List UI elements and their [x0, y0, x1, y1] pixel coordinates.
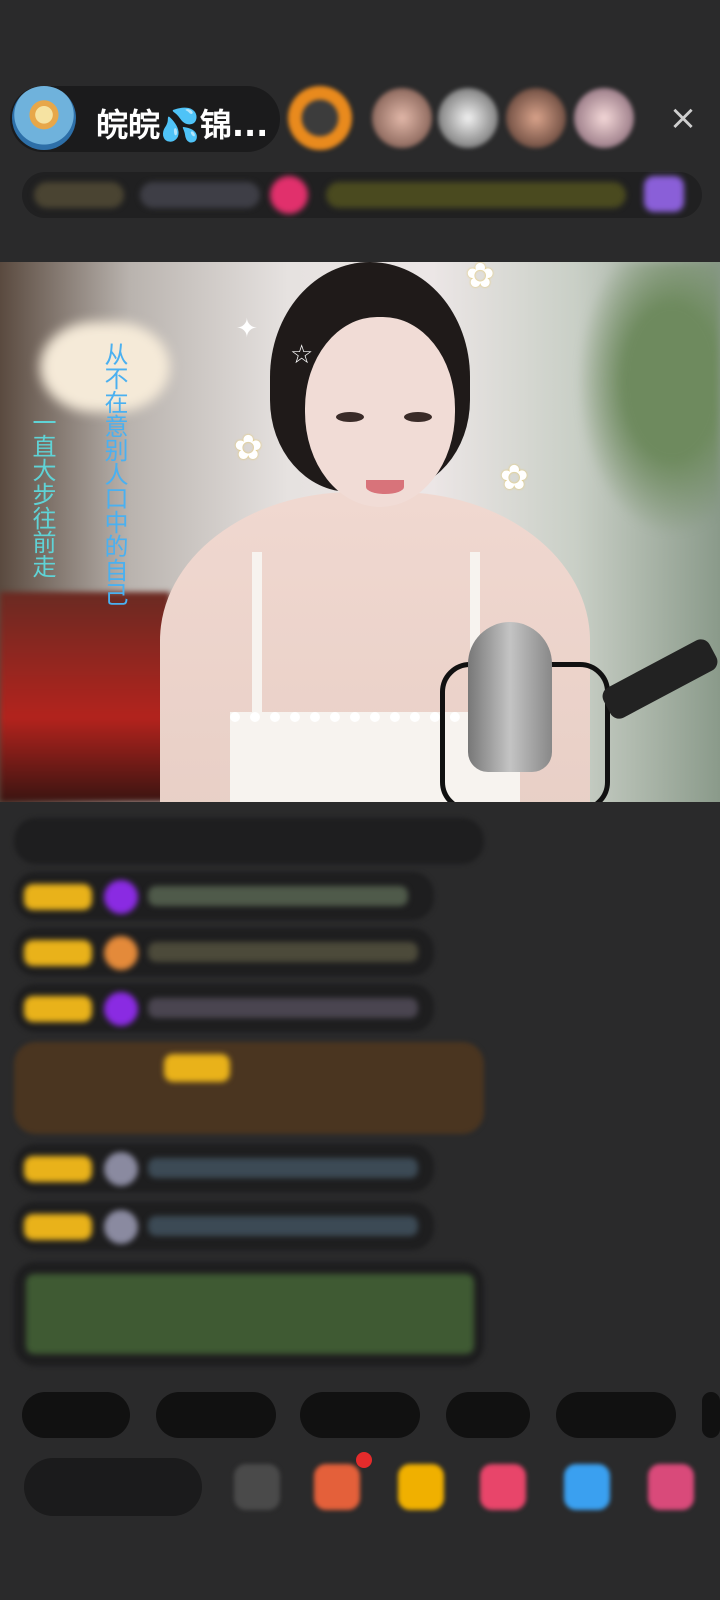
avatar — [104, 992, 138, 1026]
viewer-avatar[interactable] — [288, 86, 352, 150]
viewer-avatar[interactable] — [372, 88, 432, 148]
quick-reply-button[interactable] — [22, 1392, 130, 1438]
daisy-icon: ✿ — [500, 458, 529, 498]
level-badge — [24, 996, 92, 1022]
quick-reply-button[interactable] — [446, 1392, 530, 1438]
streamer-face — [305, 317, 455, 507]
rank-chip[interactable] — [34, 182, 124, 208]
gift-box-icon[interactable] — [314, 1464, 360, 1510]
chat-text — [148, 886, 408, 906]
chat-message[interactable] — [14, 818, 484, 864]
daisy-icon: ✿ — [234, 428, 263, 468]
dress-strap — [252, 552, 262, 722]
activity-chip[interactable] — [326, 182, 626, 208]
hot-chip[interactable] — [140, 182, 260, 208]
avatar — [104, 880, 138, 914]
emoji-icon[interactable] — [234, 1464, 280, 1510]
heart-gift-icon[interactable] — [480, 1464, 526, 1510]
chat-text — [148, 998, 418, 1018]
eye — [404, 412, 432, 422]
viewer-avatar[interactable] — [506, 88, 566, 148]
mic-arm — [599, 635, 720, 723]
viewer-avatar[interactable] — [438, 88, 498, 148]
mouth — [366, 480, 404, 494]
gift-icon[interactable] — [270, 176, 308, 214]
star-icon: ✦ — [236, 314, 258, 344]
chat-text — [148, 1158, 418, 1178]
microphone — [468, 622, 552, 772]
chat-message-highlight[interactable] — [14, 1042, 484, 1134]
close-icon[interactable]: × — [668, 100, 698, 136]
level-badge — [24, 1156, 92, 1182]
notification-dot — [356, 1452, 372, 1468]
level-badge — [24, 940, 92, 966]
notice-text — [26, 1274, 474, 1354]
chat-text — [148, 1216, 418, 1236]
chat-input[interactable] — [24, 1458, 202, 1516]
avatar — [104, 1210, 138, 1244]
quick-reply-button[interactable] — [300, 1392, 420, 1438]
caption-left: 一直大步往前走 — [28, 410, 56, 578]
eye — [336, 412, 364, 422]
level-badge — [24, 884, 92, 910]
live-video[interactable]: ✦ ☆ ✿ ✿ ✿ 一直大步往前走 从不在意别人口中的自己 — [0, 262, 720, 802]
level-badge — [164, 1054, 230, 1082]
host-avatar[interactable] — [12, 86, 76, 150]
game-icon[interactable] — [564, 1464, 610, 1510]
viewer-avatar[interactable] — [574, 88, 634, 148]
avatar — [104, 1152, 138, 1186]
caption-right: 从不在意别人口中的自己 — [100, 342, 128, 606]
gift-icon[interactable] — [398, 1464, 444, 1510]
quick-reply-button[interactable] — [702, 1392, 720, 1438]
activity-icon[interactable] — [644, 176, 684, 212]
daisy-icon: ✿ — [466, 262, 495, 296]
background-decor — [0, 592, 170, 802]
avatar — [104, 936, 138, 970]
more-gifts-icon[interactable] — [648, 1464, 694, 1510]
host-name[interactable]: 皖皖💦锦... — [96, 100, 268, 146]
chat-text — [148, 942, 418, 962]
level-badge — [24, 1214, 92, 1240]
plant — [560, 262, 720, 562]
quick-reply-button[interactable] — [556, 1392, 676, 1438]
star-icon: ☆ — [290, 340, 314, 370]
quick-reply-button[interactable] — [156, 1392, 276, 1438]
